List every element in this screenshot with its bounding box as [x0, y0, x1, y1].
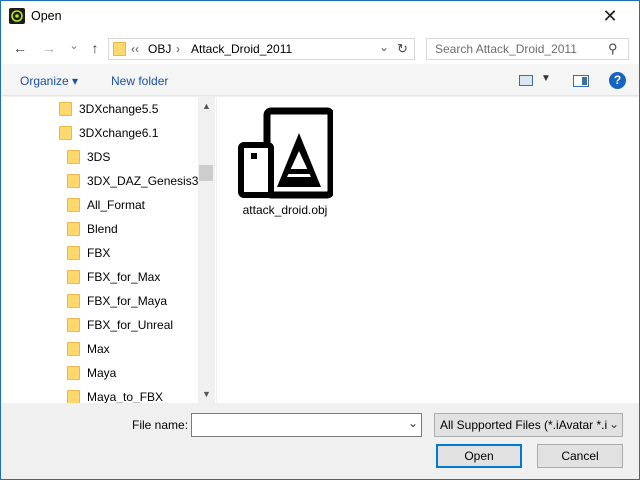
folder-icon	[59, 126, 72, 140]
tree-item[interactable]: FBX_for_Maya	[1, 289, 198, 313]
folder-icon	[67, 390, 80, 403]
file-name-label: attack_droid.obj	[242, 203, 328, 217]
breadcrumb-obj[interactable]: OBJ	[148, 42, 171, 56]
file-name-label-text: File name:	[132, 418, 189, 432]
tree-item-label: FBX_for_Max	[87, 270, 161, 284]
search-input[interactable]: Search Attack_Droid_2011 ⚲	[426, 38, 629, 60]
organize-button[interactable]: Organize ▾	[20, 74, 78, 88]
tree-item-label: 3DXchange5.5	[79, 102, 159, 116]
folder-icon	[67, 198, 80, 212]
tree-item-label: FBX	[87, 246, 111, 260]
tree-item-label: 3DX_DAZ_Genesis3	[87, 174, 199, 188]
tree-item[interactable]: FBX_for_Max	[1, 265, 198, 289]
tree-item-label: Maya_to_FBX	[87, 390, 164, 403]
breadcrumb-separator[interactable]: ›	[176, 42, 180, 56]
tree-item-label: All_Format	[87, 198, 146, 212]
cancel-button[interactable]: Cancel	[537, 444, 623, 468]
folder-icon	[67, 270, 80, 284]
file-type-dropdown-icon[interactable]: ⌄	[607, 417, 620, 431]
address-bar[interactable]: ‹‹ OBJ › Attack_Droid_2011 ⌄ ↻	[108, 38, 415, 60]
breadcrumb-attack-droid[interactable]: Attack_Droid_2011	[191, 42, 292, 56]
tree-item[interactable]: FBX	[1, 241, 198, 265]
back-arrow-icon[interactable]: ←	[10, 37, 30, 59]
file-item[interactable]: attack_droid.obj	[235, 107, 335, 219]
forward-arrow-icon[interactable]: →	[39, 37, 59, 59]
view-dropdown-icon[interactable]: ▼	[541, 73, 551, 84]
folder-icon	[67, 342, 80, 356]
breadcrumb-overflow[interactable]: ‹‹	[131, 42, 139, 56]
tree-item[interactable]: Blend	[1, 217, 198, 241]
refresh-icon[interactable]: ↻	[397, 41, 408, 57]
file-name-dropdown-icon[interactable]: ⌄	[408, 416, 418, 430]
command-toolbar: Organize ▾ New folder ▼ ?	[1, 64, 639, 96]
folder-icon	[67, 366, 80, 380]
navigation-scrollbar[interactable]: ▲ ▼	[198, 97, 215, 403]
tree-item-label: Maya	[87, 366, 117, 380]
folder-icon	[67, 318, 80, 332]
tree-item-label: FBX_for_Maya	[87, 294, 168, 308]
tree-item-label: Blend	[87, 222, 118, 236]
search-placeholder: Search Attack_Droid_2011	[435, 42, 577, 56]
title-bar: Open ✕	[1, 1, 639, 32]
preview-pane-icon[interactable]	[573, 75, 589, 87]
folder-icon	[67, 174, 80, 188]
tree-item-label: FBX_for_Unreal	[87, 318, 174, 332]
folder-icon	[67, 150, 80, 164]
address-dropdown-icon[interactable]: ⌄	[379, 40, 389, 54]
tree-item[interactable]: Maya	[1, 361, 198, 385]
search-icon: ⚲	[608, 41, 618, 56]
tree-item-label: 3DXchange6.1	[79, 126, 159, 140]
scroll-thumb[interactable]	[199, 165, 213, 181]
folder-icon	[59, 102, 72, 116]
open-button[interactable]: Open	[436, 444, 522, 468]
tree-item[interactable]: Max	[1, 337, 198, 361]
window-title: Open	[31, 9, 62, 23]
iclone-file-icon	[237, 107, 335, 202]
tree-item[interactable]: All_Format	[1, 193, 198, 217]
up-arrow-icon[interactable]: ↑	[85, 37, 105, 59]
file-type-select[interactable]: All Supported Files (*.iAvatar *.i ⌄	[434, 413, 623, 437]
tree-item[interactable]: 3DX_DAZ_Genesis3	[1, 169, 198, 193]
file-list-pane[interactable]: attack_droid.obj	[217, 97, 639, 403]
view-options-icon[interactable]	[519, 75, 533, 86]
file-name-input[interactable]: ⌄	[191, 413, 422, 437]
scroll-down-icon[interactable]: ▼	[202, 389, 211, 399]
folder-icon	[67, 246, 80, 260]
tree-item[interactable]: 3DXchange6.1	[1, 121, 198, 145]
help-icon[interactable]: ?	[609, 72, 626, 89]
open-dialog: Open ✕ ← → ⌄ ↑ ‹‹ OBJ › Attack_Droid_201…	[0, 0, 640, 480]
tree-item[interactable]: 3DXchange5.5	[1, 97, 198, 121]
file-type-value: All Supported Files (*.iAvatar *.i	[440, 418, 608, 432]
folder-icon	[67, 222, 80, 236]
folder-icon	[113, 42, 126, 56]
tree-item-label: Max	[87, 342, 110, 356]
app-logo-icon	[9, 8, 25, 24]
tree-item[interactable]: 3DS	[1, 145, 198, 169]
tree-item[interactable]: Maya_to_FBX	[1, 385, 198, 403]
recent-locations-chevron-icon[interactable]: ⌄	[64, 35, 84, 57]
close-button[interactable]: ✕	[598, 5, 622, 27]
new-folder-button[interactable]: New folder	[111, 74, 168, 88]
scroll-up-icon[interactable]: ▲	[202, 101, 211, 111]
tree-item-label: 3DS	[87, 150, 111, 164]
folder-icon	[67, 294, 80, 308]
tree-item[interactable]: FBX_for_Unreal	[1, 313, 198, 337]
navigation-pane[interactable]: 3DXchange5.5 3DXchange6.1 3DS 3DX_DAZ_Genes…	[1, 97, 216, 403]
